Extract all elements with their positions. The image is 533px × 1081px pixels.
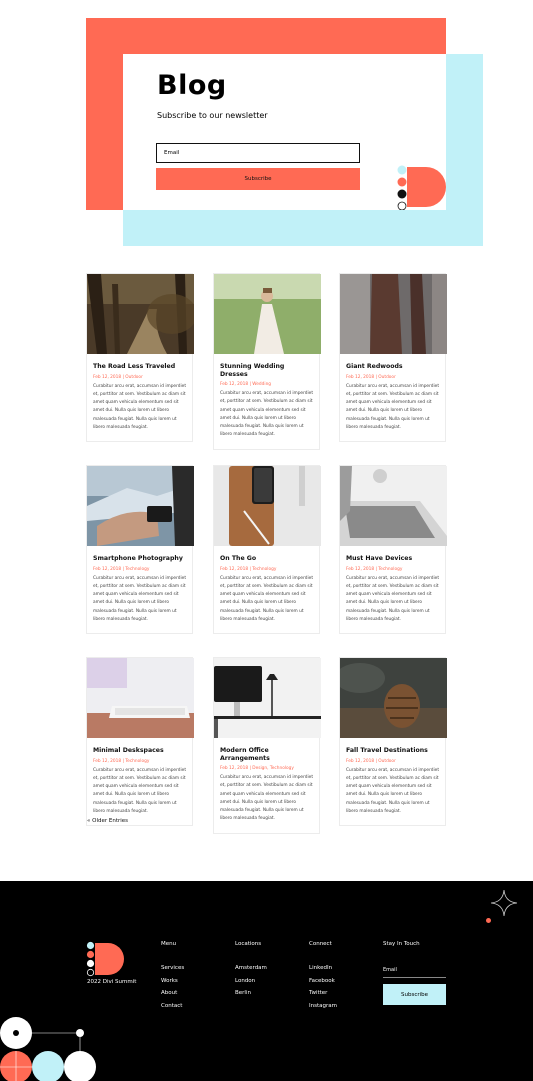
post-excerpt: Curabitur arcu erat, accumsan id imperdi… (346, 767, 440, 814)
post-meta[interactable]: Feb 12, 2018 | Outdoor (93, 375, 186, 380)
post-meta[interactable]: Feb 12, 2018 | Technology (220, 567, 313, 572)
footer-menu-column: Menu Services Works About Contact (161, 941, 184, 1012)
post-excerpt: Curabitur arcu erat, accumsan id imperdi… (93, 383, 187, 430)
sparkle-icon (490, 889, 518, 917)
post-title[interactable]: Minimal Deskspaces (93, 747, 186, 755)
footer-copyright: 2022 Divi Summit (87, 979, 137, 985)
newsletter-subtitle: Subscribe to our newsletter (157, 111, 268, 120)
footer-connect-column: Connect LinkedIn Facebook Twitter Instag… (309, 941, 337, 1012)
post-card[interactable]: The Road Less Traveled Feb 12, 2018 | Ou… (86, 273, 194, 443)
footer-link-services[interactable]: Services (161, 962, 184, 975)
post-excerpt: Curabitur arcu erat, accumsan id imperdi… (93, 767, 187, 814)
decorative-circles (0, 1017, 96, 1081)
post-thumbnail-on-the-go[interactable] (214, 466, 321, 546)
footer-link-twitter[interactable]: Twitter (309, 987, 337, 1000)
footer-locations-heading: Locations (235, 941, 262, 947)
post-thumbnail-office[interactable] (214, 658, 321, 738)
post-card[interactable]: Minimal Deskspaces Feb 12, 2018 | Techno… (86, 657, 194, 827)
footer-link-instagram[interactable]: Instagram (309, 1000, 337, 1013)
post-title[interactable]: Modern Office Arrangements (220, 747, 313, 762)
post-card[interactable]: Smartphone Photography Feb 12, 2018 | Te… (86, 465, 194, 635)
post-excerpt: Curabitur arcu erat, accumsan id imperdi… (220, 391, 314, 438)
post-card[interactable]: Must Have Devices Feb 12, 2018 | Technol… (339, 465, 447, 635)
footer-link-linkedin[interactable]: LinkedIn (309, 962, 337, 975)
footer-link-amsterdam[interactable]: Amsterdam (235, 962, 267, 975)
post-thumbnail-pinecone[interactable] (340, 658, 447, 738)
post-thumbnail-wedding-dress[interactable] (214, 274, 321, 354)
footer-subscribe-button[interactable]: Subscribe (383, 984, 446, 1005)
post-thumbnail-laptop[interactable] (340, 466, 447, 546)
newsletter-subscribe-button[interactable]: Subscribe (156, 168, 360, 190)
post-title[interactable]: The Road Less Traveled (93, 363, 186, 371)
post-thumbnail-redwoods[interactable] (340, 274, 447, 354)
footer-stay-column: Stay In Touch (383, 941, 420, 962)
footer-link-about[interactable]: About (161, 987, 184, 1000)
post-title[interactable]: On The Go (220, 555, 313, 563)
site-footer: 2022 Divi Summit Menu Services Works Abo… (0, 881, 533, 1081)
brand-logo-icon (397, 165, 446, 210)
footer-stay-heading: Stay In Touch (383, 941, 420, 947)
footer-link-works[interactable]: Works (161, 975, 184, 988)
footer-menu-heading: Menu (161, 941, 177, 947)
post-card[interactable]: Stunning Wedding Dresses Feb 12, 2018 | … (213, 273, 321, 450)
footer-link-london[interactable]: London (235, 975, 267, 988)
footer-connect-heading: Connect (309, 941, 332, 947)
decor-dot (486, 918, 491, 923)
page-title: Blog (157, 70, 227, 101)
post-title[interactable]: Smartphone Photography (93, 555, 186, 563)
post-meta[interactable]: Feb 12, 2018 | Technology (93, 759, 186, 764)
post-meta[interactable]: Feb 12, 2018 | Technology (346, 567, 439, 572)
post-excerpt: Curabitur arcu erat, accumsan id imperdi… (220, 575, 314, 622)
footer-logo-icon (86, 941, 124, 977)
post-title[interactable]: Fall Travel Destinations (346, 747, 439, 755)
post-meta[interactable]: Feb 12, 2018 | Design, Technology (220, 766, 313, 771)
post-meta[interactable]: Feb 12, 2018 | Technology (93, 567, 186, 572)
post-card[interactable]: Modern Office Arrangements Feb 12, 2018 … (213, 657, 321, 834)
post-thumbnail-deskspace[interactable] (87, 658, 194, 738)
post-meta[interactable]: Feb 12, 2018 | Wedding (220, 382, 313, 387)
post-meta[interactable]: Feb 12, 2018 | Outdoor (346, 759, 439, 764)
newsletter-email-input[interactable] (156, 143, 360, 163)
post-card[interactable]: On The Go Feb 12, 2018 | Technology Cura… (213, 465, 321, 635)
post-excerpt: Curabitur arcu erat, accumsan id imperdi… (220, 775, 314, 822)
post-thumbnail-smartphone[interactable] (87, 466, 194, 546)
post-excerpt: Curabitur arcu erat, accumsan id imperdi… (346, 575, 440, 622)
post-thumbnail-forest-road[interactable] (87, 274, 194, 354)
post-card[interactable]: Fall Travel Destinations Feb 12, 2018 | … (339, 657, 447, 827)
blog-hero: Blog Subscribe to our newsletter Subscri… (0, 0, 533, 260)
footer-link-facebook[interactable]: Facebook (309, 975, 337, 988)
footer-email-field[interactable]: Email (383, 967, 397, 973)
older-entries-link[interactable]: « Older Entries (87, 818, 128, 824)
post-title[interactable]: Must Have Devices (346, 555, 439, 563)
footer-link-berlin[interactable]: Berlin (235, 987, 267, 1000)
footer-link-contact[interactable]: Contact (161, 1000, 184, 1013)
post-title[interactable]: Stunning Wedding Dresses (220, 363, 313, 378)
post-excerpt: Curabitur arcu erat, accumsan id imperdi… (93, 575, 187, 622)
post-title[interactable]: Giant Redwoods (346, 363, 439, 371)
footer-locations-column: Locations Amsterdam London Berlin (235, 941, 267, 1000)
post-card[interactable]: Giant Redwoods Feb 12, 2018 | Outdoor Cu… (339, 273, 447, 443)
footer-email-underline (383, 977, 446, 978)
post-meta[interactable]: Feb 12, 2018 | Outdoor (346, 375, 439, 380)
post-excerpt: Curabitur arcu erat, accumsan id imperdi… (346, 383, 440, 430)
